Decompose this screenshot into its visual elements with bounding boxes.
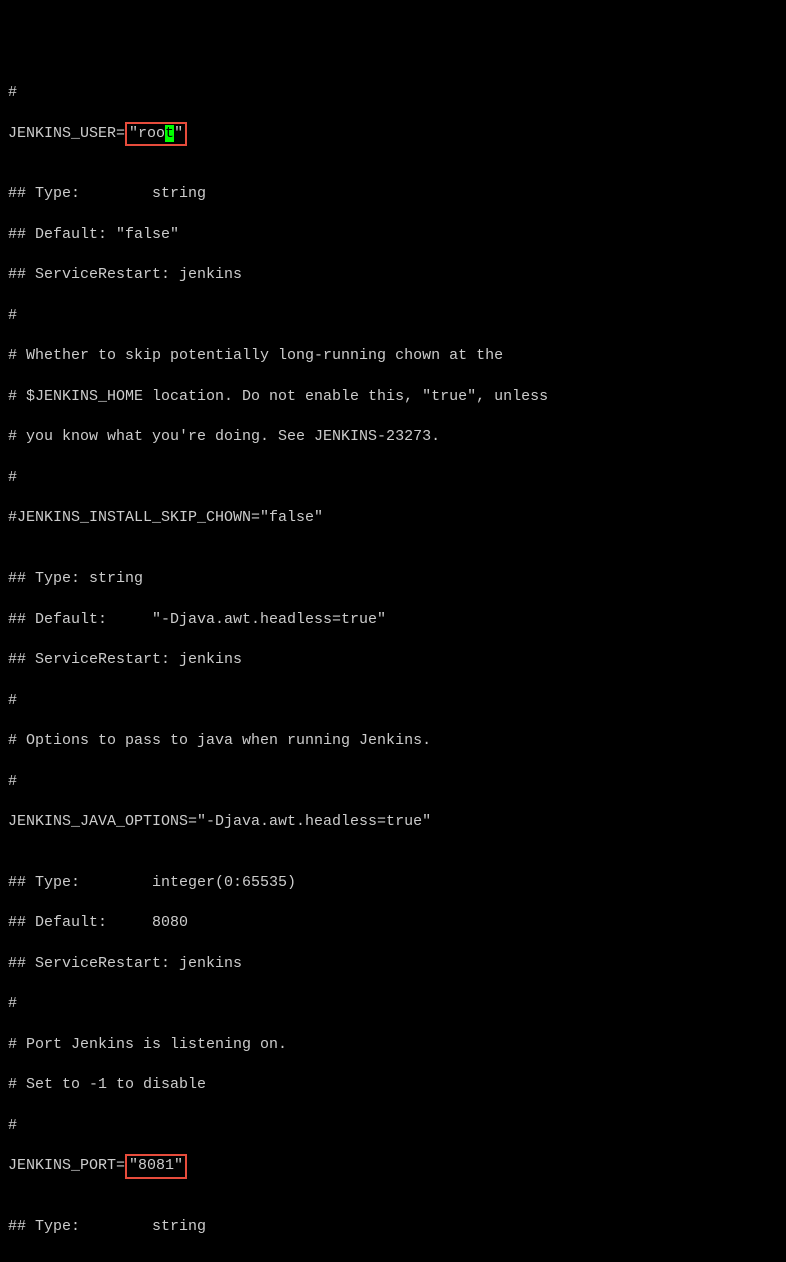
config-line: # Options to pass to java when running J… xyxy=(8,731,778,751)
config-line: # xyxy=(8,1116,778,1136)
jenkins-port-key: JENKINS_PORT= xyxy=(8,1157,125,1174)
config-line: # xyxy=(8,468,778,488)
config-line: ## ServiceRestart: jenkins xyxy=(8,650,778,670)
config-line: # xyxy=(8,83,778,103)
config-line: #JENKINS_INSTALL_SKIP_CHOWN="false" xyxy=(8,508,778,528)
jenkins-user-line[interactable]: JENKINS_USER="root" xyxy=(8,124,778,144)
jenkins-port-value: "8081" xyxy=(129,1157,183,1174)
config-line: # you know what you're doing. See JENKIN… xyxy=(8,427,778,447)
jenkins-user-value-start: "roo xyxy=(129,125,165,142)
cursor: t xyxy=(165,125,174,142)
config-line: # $JENKINS_HOME location. Do not enable … xyxy=(8,387,778,407)
jenkins-user-highlight: "root" xyxy=(125,122,187,146)
jenkins-user-value-end: " xyxy=(174,125,183,142)
config-line: ## Type: integer(0:65535) xyxy=(8,873,778,893)
config-line: ## ServiceRestart: jenkins xyxy=(8,954,778,974)
config-line: # Whether to skip potentially long-runni… xyxy=(8,346,778,366)
config-line: ## Type: string xyxy=(8,184,778,204)
config-line: # xyxy=(8,994,778,1014)
config-line: ## Default: "false" xyxy=(8,225,778,245)
config-line: ## Default: 8080 xyxy=(8,913,778,933)
config-line: # Port Jenkins is listening on. xyxy=(8,1035,778,1055)
config-line: # xyxy=(8,691,778,711)
jenkins-port-line[interactable]: JENKINS_PORT="8081" xyxy=(8,1156,778,1176)
config-line: JENKINS_JAVA_OPTIONS="-Djava.awt.headles… xyxy=(8,812,778,832)
config-line: ## Type: string xyxy=(8,1217,778,1237)
config-line: ## ServiceRestart: jenkins xyxy=(8,265,778,285)
jenkins-user-key: JENKINS_USER= xyxy=(8,125,125,142)
jenkins-port-highlight: "8081" xyxy=(125,1154,187,1178)
config-line: # xyxy=(8,772,778,792)
config-line: # xyxy=(8,306,778,326)
config-line: ## Default: "-Djava.awt.headless=true" xyxy=(8,610,778,630)
config-line: ## Type: string xyxy=(8,569,778,589)
config-line: # Set to -1 to disable xyxy=(8,1075,778,1095)
